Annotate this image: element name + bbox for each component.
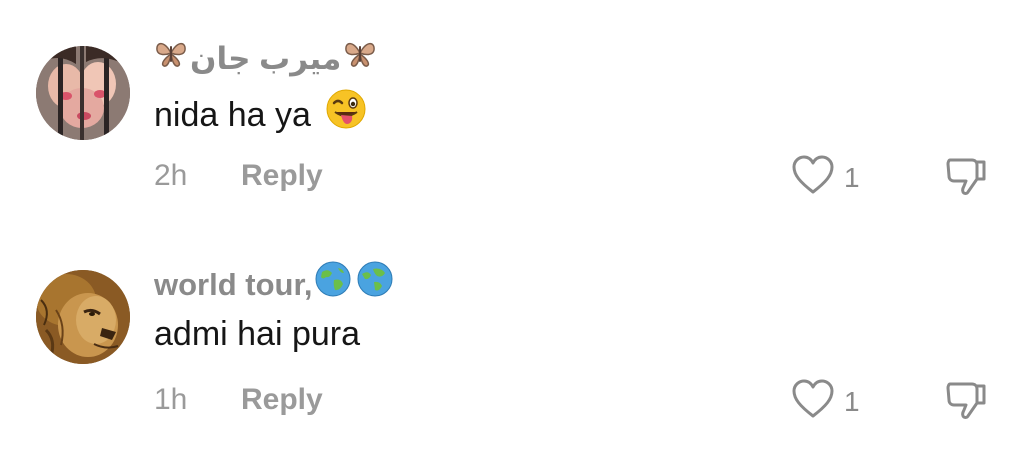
avatar[interactable] bbox=[36, 46, 130, 140]
like-button[interactable]: 1 bbox=[790, 154, 860, 201]
username[interactable]: میرب جان bbox=[154, 36, 377, 82]
dislike-button[interactable] bbox=[942, 376, 990, 429]
comment-time: 1h bbox=[154, 383, 188, 416]
reply-button[interactable]: Reply bbox=[241, 382, 323, 418]
like-count: 1 bbox=[844, 161, 860, 193]
butterfly-icon bbox=[154, 36, 188, 82]
comment-item: world tour, admi hai pura 1h Reply 1 bbox=[0, 224, 1024, 444]
thumbs-down-icon bbox=[942, 382, 990, 428]
avatar[interactable] bbox=[36, 270, 130, 364]
dislike-button[interactable] bbox=[942, 152, 990, 205]
thumbs-down-icon bbox=[942, 158, 990, 204]
globe-icon bbox=[314, 260, 352, 310]
comment-item: میرب جان nida ha ya 2h Reply 1 bbox=[0, 0, 1024, 220]
avatar-lion-photo bbox=[36, 270, 130, 364]
like-count: 1 bbox=[844, 385, 860, 417]
heart-icon bbox=[790, 154, 836, 201]
avatar-girl-photo bbox=[36, 46, 130, 140]
comment-time: 2h bbox=[154, 159, 188, 192]
winking-tongue-face-emoji bbox=[325, 88, 367, 141]
username-label: world tour, bbox=[154, 267, 313, 302]
like-button[interactable]: 1 bbox=[790, 378, 860, 425]
comment-text: admi hai pura bbox=[154, 312, 360, 356]
butterfly-icon bbox=[343, 36, 377, 82]
globe-icon bbox=[356, 260, 394, 310]
username-label: میرب جان bbox=[190, 41, 342, 76]
reply-button[interactable]: Reply bbox=[241, 158, 323, 194]
username[interactable]: world tour, bbox=[154, 260, 394, 310]
heart-icon bbox=[790, 378, 836, 425]
comment-text-label: admi hai pura bbox=[154, 315, 361, 353]
comment-text: nida ha ya bbox=[154, 88, 367, 141]
comment-text-label: nida ha ya bbox=[154, 95, 311, 134]
